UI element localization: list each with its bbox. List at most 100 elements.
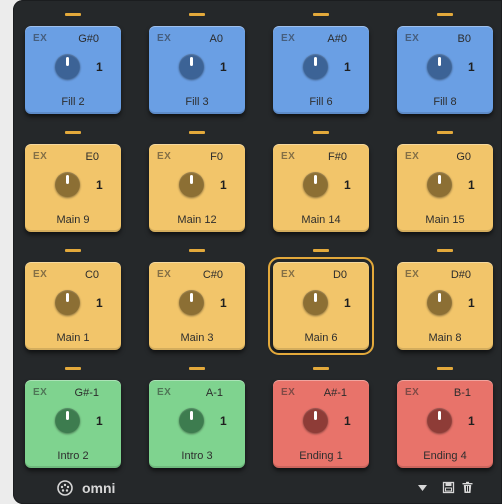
knob-control[interactable] — [55, 408, 80, 433]
pad-note: A-1 — [205, 387, 223, 399]
pad-indicator — [437, 131, 453, 134]
pad-cell: EX A#0 1 Fill 6 — [273, 13, 369, 131]
pad-indicator — [437, 367, 453, 370]
knob-control[interactable] — [55, 172, 80, 197]
pad-cell: EX B-1 1 Ending 4 — [397, 367, 493, 485]
pad-name: Ending 4 — [423, 450, 467, 462]
pad-note: C#0 — [202, 269, 223, 281]
knob-control[interactable] — [179, 290, 204, 315]
pad-indicator — [189, 13, 205, 16]
knob-control[interactable] — [427, 54, 452, 79]
ex-label: EX — [33, 151, 48, 162]
pad-panel: EX G#0 1 Fill 2 EX A0 1 Fill 3 EX A#0 1 Fill 6 EX… — [13, 0, 502, 504]
pad-indicator — [313, 13, 329, 16]
ex-label: EX — [405, 151, 420, 162]
pad-value: 1 — [220, 414, 227, 428]
pad[interactable]: EX A#0 1 Fill 6 — [273, 26, 369, 114]
pad-indicator — [313, 367, 329, 370]
pad[interactable]: EX F#0 1 Main 14 — [273, 144, 369, 232]
knob-control[interactable] — [179, 408, 204, 433]
midi-port-icon[interactable] — [57, 480, 73, 496]
caret-down-icon[interactable] — [416, 481, 429, 494]
pad-name: Main 3 — [180, 332, 214, 344]
pad[interactable]: EX D#0 1 Main 8 — [397, 262, 493, 350]
midi-channel-label[interactable]: omni — [82, 480, 115, 496]
ex-label: EX — [281, 387, 296, 398]
knob-control[interactable] — [427, 290, 452, 315]
pad-name: Fill 6 — [309, 96, 333, 108]
pad-cell: EX F0 1 Main 12 — [149, 131, 245, 249]
pad-name: Main 14 — [301, 214, 341, 226]
pad-note: D#0 — [450, 269, 471, 281]
knob-control[interactable] — [427, 408, 452, 433]
pad-cell: EX D#0 1 Main 8 — [397, 249, 493, 367]
pad-cell: EX C0 1 Main 1 — [25, 249, 121, 367]
ex-label: EX — [405, 387, 420, 398]
pad[interactable]: EX C#0 1 Main 3 — [149, 262, 245, 350]
pad-note: A0 — [209, 33, 223, 45]
pad-value: 1 — [220, 178, 227, 192]
pad[interactable]: EX C0 1 Main 1 — [25, 262, 121, 350]
pad-value: 1 — [96, 60, 103, 74]
footer-bar: omni — [13, 472, 502, 504]
knob-control[interactable] — [179, 54, 204, 79]
pad-name: Main 15 — [425, 214, 465, 226]
pad-cell: EX A0 1 Fill 3 — [149, 13, 245, 131]
pad[interactable]: EX A#-1 1 Ending 1 — [273, 380, 369, 468]
pad-cell: EX G#0 1 Fill 2 — [25, 13, 121, 131]
ex-label: EX — [33, 387, 48, 398]
knob-control[interactable] — [303, 290, 328, 315]
pad-cell: EX A#-1 1 Ending 1 — [273, 367, 369, 485]
pad[interactable]: EX G0 1 Main 15 — [397, 144, 493, 232]
pad-value: 1 — [468, 60, 475, 74]
pad-name: Fill 8 — [433, 96, 457, 108]
pad-indicator — [65, 249, 81, 252]
pad[interactable]: EX B-1 1 Ending 4 — [397, 380, 493, 468]
pad-indicator — [313, 249, 329, 252]
pad[interactable]: EX G#-1 1 Intro 2 — [25, 380, 121, 468]
ex-label: EX — [405, 33, 420, 44]
pad-note: F0 — [210, 151, 223, 163]
ex-label: EX — [157, 151, 172, 162]
pad-note: G#-1 — [74, 387, 99, 399]
pad[interactable]: EX A-1 1 Intro 3 — [149, 380, 245, 468]
ex-label: EX — [157, 269, 172, 280]
knob-control[interactable] — [303, 54, 328, 79]
pad-value: 1 — [96, 178, 103, 192]
pad-value: 1 — [344, 60, 351, 74]
pad[interactable]: EX F0 1 Main 12 — [149, 144, 245, 232]
pad-indicator — [189, 367, 205, 370]
knob-control[interactable] — [55, 54, 80, 79]
knob-control[interactable] — [303, 408, 328, 433]
pad-indicator — [65, 367, 81, 370]
pad[interactable]: EX B0 1 Fill 8 — [397, 26, 493, 114]
save-icon[interactable] — [442, 481, 455, 494]
trash-icon[interactable] — [461, 481, 474, 494]
knob-control[interactable] — [179, 172, 204, 197]
ex-label: EX — [157, 387, 172, 398]
pad-value: 1 — [468, 178, 475, 192]
pad-value: 1 — [468, 414, 475, 428]
pad-cell: EX B0 1 Fill 8 — [397, 13, 493, 131]
ex-label: EX — [405, 269, 420, 280]
pad-note: F#0 — [328, 151, 347, 163]
pad-indicator — [437, 249, 453, 252]
ex-label: EX — [33, 33, 48, 44]
pad[interactable]: EX A0 1 Fill 3 — [149, 26, 245, 114]
pad-indicator — [189, 249, 205, 252]
pad-note: D0 — [332, 269, 347, 281]
pad-indicator — [189, 131, 205, 134]
ex-label: EX — [281, 151, 296, 162]
pad[interactable]: EX E0 1 Main 9 — [25, 144, 121, 232]
pad-value: 1 — [220, 60, 227, 74]
pad-cell: EX G#-1 1 Intro 2 — [25, 367, 121, 485]
pad-name: Main 1 — [56, 332, 90, 344]
knob-control[interactable] — [55, 290, 80, 315]
pad[interactable]: EX G#0 1 Fill 2 — [25, 26, 121, 114]
knob-control[interactable] — [303, 172, 328, 197]
pad-name: Main 6 — [304, 332, 338, 344]
knob-control[interactable] — [427, 172, 452, 197]
pad-name: Main 8 — [428, 332, 462, 344]
pad-note: A#0 — [327, 33, 347, 45]
pad-selected[interactable]: EX D0 1 Main 6 — [268, 257, 374, 355]
